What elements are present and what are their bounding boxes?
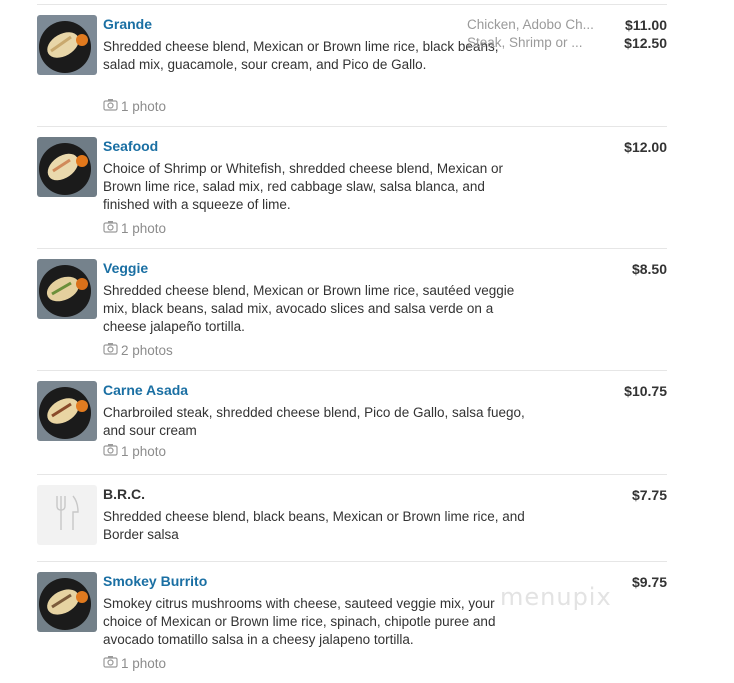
item-description: Shredded cheese blend, black beans, Mexi… [103,509,525,542]
item-price: $11.00 $12.50 [624,16,667,52]
menu-item-smokey-burrito: Smokey Burrito Smokey citrus mushrooms w… [37,562,667,683]
menu-item-grande: Grande Shredded cheese blend, Mexican or… [37,5,667,127]
menu-item-seafood: Seafood Choice of Shrimp or Whitefish, s… [37,127,667,249]
photo-count-link[interactable]: 1 photo [103,655,166,671]
item-price: $9.75 [632,573,667,591]
photo-count-link[interactable]: 1 photo [103,443,166,459]
food-photo-thumbnail[interactable] [37,572,97,632]
camera-icon [103,220,118,236]
item-price: $8.50 [632,260,667,278]
photo-count: 1 photo [121,655,167,671]
photo-count: 2 photos [121,342,173,358]
photo-count-link[interactable]: 1 photo [103,98,166,114]
food-photo-thumbnail[interactable] [37,137,97,197]
item-name[interactable]: Seafood [103,137,158,155]
photo-count: 1 photo [121,443,167,459]
item-name[interactable]: Grande [103,15,152,33]
no-photo-placeholder [37,485,97,545]
menu-item-veggie: Veggie Shredded cheese blend, Mexican or… [37,249,667,371]
item-price: $10.75 [624,382,667,400]
menupix-watermark: menupix [500,583,612,611]
menu-item-brc: B.R.C. Shredded cheese blend, black bean… [37,475,667,562]
item-name[interactable]: Smokey Burrito [103,572,207,590]
photo-count-link[interactable]: 2 photos [103,342,173,358]
variant-label: Chicken, Adobo Ch... [467,17,594,32]
price-value: $7.75 [631,487,667,503]
item-description: Smokey citrus mushrooms with cheese, sau… [103,596,496,647]
photo-count: 1 photo [121,220,167,236]
item-name[interactable]: Carne Asada [103,381,188,399]
food-photo-thumbnail[interactable] [37,15,97,75]
food-photo-thumbnail[interactable] [37,259,97,319]
item-variants: Chicken, Adobo Ch... Steak, Shrimp or ..… [467,16,603,52]
item-description: Shredded cheese blend, Mexican or Brown … [103,283,515,334]
menu-list: Grande Shredded cheese blend, Mexican or… [37,4,667,683]
food-photo-thumbnail[interactable] [37,381,97,441]
photo-count: 1 photo [121,98,167,114]
price-value: $10.75 [624,383,667,399]
item-name[interactable]: B.R.C. [103,485,145,503]
item-description: Choice of Shrimp or Whitefish, shredded … [103,161,503,212]
camera-icon [103,655,118,671]
price-value: $9.75 [631,574,667,590]
item-name[interactable]: Veggie [103,259,148,277]
item-price: $12.00 [624,138,667,156]
menu-item-carne-asada: Carne Asada Charbroiled steak, shredded … [37,371,667,475]
price-value: $12.00 [624,139,667,155]
price-value: $11.00 [624,17,667,33]
item-description: Charbroiled steak, shredded cheese blend… [103,405,525,438]
price-value: $12.50 [624,35,667,51]
camera-icon [103,342,118,358]
photo-count-link[interactable]: 1 photo [103,220,166,236]
price-value: $8.50 [631,261,667,277]
item-price: $7.75 [632,486,667,504]
camera-icon [103,443,118,459]
variant-label: Steak, Shrimp or ... [467,35,583,50]
fork-knife-icon [54,494,80,537]
camera-icon [103,98,118,114]
